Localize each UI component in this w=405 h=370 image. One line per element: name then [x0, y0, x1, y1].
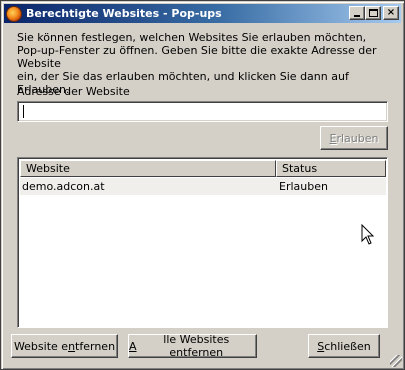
- allow-label: rlauben: [336, 131, 379, 145]
- maximize-icon: [368, 9, 378, 17]
- maximize-button[interactable]: [365, 6, 381, 20]
- window-controls: ×: [349, 6, 399, 20]
- text-caret: [23, 105, 24, 118]
- title-bar[interactable]: Berechtigte Websites - Pop-ups ×: [4, 4, 401, 23]
- list-header: Website Status: [20, 160, 386, 177]
- site-list[interactable]: Website Status demo.adcon.at Erlauben: [17, 157, 388, 328]
- row-status: Erlauben: [279, 180, 328, 193]
- close-button[interactable]: Schließen: [308, 334, 380, 358]
- window-title: Berechtigte Websites - Pop-ups: [26, 7, 222, 20]
- remove-label-b: tfernen: [75, 339, 116, 353]
- remove-all-websites-button[interactable]: Alle Websites entfernen: [128, 333, 257, 359]
- close-accesskey: S: [317, 339, 325, 353]
- address-label: Adresse der Website: [17, 85, 130, 98]
- remove-accesskey: n: [68, 339, 76, 353]
- intro-line-1: Sie können festlegen, welchen Websites S…: [17, 31, 367, 44]
- remove-label-a: Website e: [13, 339, 69, 353]
- close-label: chließen: [324, 339, 371, 353]
- remove-website-button[interactable]: Website e n tfernen: [11, 334, 118, 358]
- row-website: demo.adcon.at: [22, 180, 105, 193]
- remove-all-label: lle Websites entfernen: [163, 333, 230, 359]
- minimize-icon: [354, 15, 360, 17]
- close-window-button[interactable]: ×: [383, 6, 399, 20]
- resize-grip[interactable]: [390, 355, 402, 367]
- address-input[interactable]: [17, 101, 388, 122]
- intro-line-2: Pop-up-Fenster zu öffnen. Geben Sie bitt…: [17, 44, 377, 70]
- mouse-pointer-icon: [361, 224, 375, 245]
- firefox-icon: [6, 5, 22, 22]
- close-icon: ×: [386, 7, 396, 18]
- table-row[interactable]: demo.adcon.at Erlauben: [20, 178, 386, 195]
- dialog-window: Berechtigte Websites - Pop-ups × Sie kön…: [0, 0, 405, 370]
- column-header-website[interactable]: Website: [20, 160, 276, 177]
- minimize-button[interactable]: [349, 6, 365, 20]
- allow-button[interactable]: Erlauben: [320, 126, 388, 150]
- column-header-status[interactable]: Status: [276, 160, 386, 177]
- remove-all-accesskey: A: [129, 339, 137, 353]
- allow-accesskey: E: [329, 131, 337, 145]
